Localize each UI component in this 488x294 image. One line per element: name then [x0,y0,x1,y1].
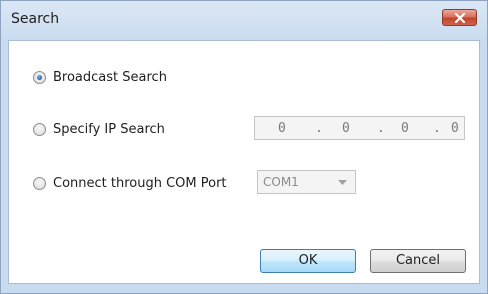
ok-button[interactable]: OK [260,249,356,273]
search-dialog: Search Broadcast Search Specify IP Searc… [0,0,488,294]
com-port-option[interactable]: Connect through COM Port [33,173,227,193]
broadcast-search-option[interactable]: Broadcast Search [33,67,167,87]
cancel-button[interactable]: Cancel [370,249,466,273]
ip-dot-1: . [315,121,323,136]
chevron-down-icon [338,180,347,185]
ip-octet-3: 0 [401,121,409,136]
ip-address-input[interactable]: 0 . 0 . 0 . 0 [254,116,465,140]
specify-ip-search-label[interactable]: Specify IP Search [53,122,165,137]
ip-octet-1: 0 [278,121,286,136]
broadcast-search-radio[interactable] [33,70,46,84]
ip-octet-4: 0 [451,121,459,136]
close-button[interactable] [442,9,477,26]
com-port-select[interactable]: COM1 [257,170,356,194]
ip-dot-2: . [377,121,385,136]
com-port-value: COM1 [263,175,299,189]
dialog-title: Search [11,11,60,27]
title-bar[interactable]: Search [1,1,487,39]
dialog-content: Broadcast Search Specify IP Search 0 . 0… [8,40,480,284]
close-icon [455,13,465,23]
com-port-radio[interactable] [33,176,46,190]
specify-ip-search-option[interactable]: Specify IP Search [33,119,165,139]
ip-dot-3: . [433,121,441,136]
ip-octet-2: 0 [342,121,350,136]
specify-ip-search-radio[interactable] [33,122,46,136]
com-port-label[interactable]: Connect through COM Port [53,176,227,191]
broadcast-search-label[interactable]: Broadcast Search [53,70,167,85]
